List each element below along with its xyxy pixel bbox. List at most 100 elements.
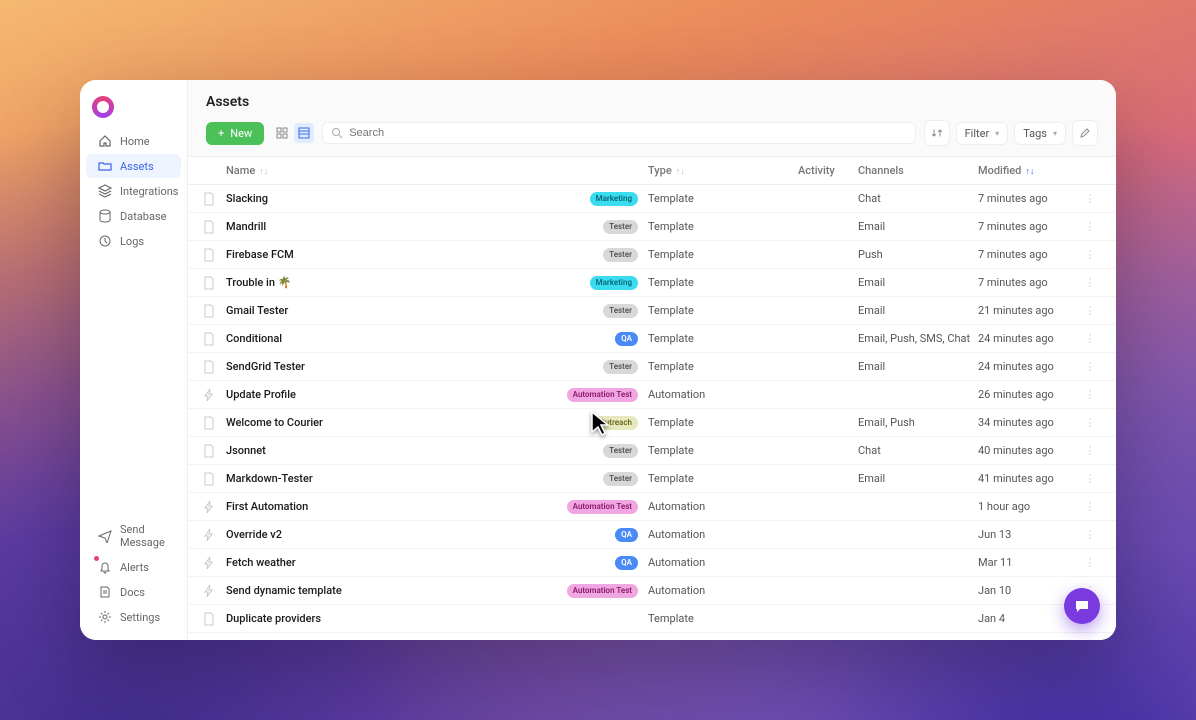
file-icon	[202, 332, 226, 346]
sidebar-item-logs[interactable]: Logs	[86, 229, 181, 253]
page-title: Assets	[206, 94, 1098, 110]
row-channels: Email	[858, 304, 978, 317]
logs-icon	[98, 234, 112, 248]
sidebar-item-docs[interactable]: Docs	[86, 580, 181, 604]
row-tag: Tester	[418, 247, 648, 262]
table-row[interactable]: ConditionalQATemplateEmail, Push, SMS, C…	[188, 325, 1116, 353]
sort-indicator-icon: ↑↓	[1025, 167, 1034, 177]
sidebar-item-settings[interactable]: Settings	[86, 605, 181, 629]
row-modified: 7 minutes ago	[978, 248, 1078, 261]
database-icon	[98, 209, 112, 223]
col-activity[interactable]: Activity	[798, 164, 858, 177]
filter-button[interactable]: Filter ▾	[956, 122, 1009, 145]
file-icon	[202, 248, 226, 262]
sort-button[interactable]	[924, 120, 950, 146]
chat-icon	[1074, 598, 1090, 614]
table-row[interactable]: SendGrid TesterTesterTemplateEmail24 min…	[188, 353, 1116, 381]
table-row[interactable]: Fetch weatherQAAutomationMar 11⋮	[188, 549, 1116, 577]
table-row[interactable]: MandrillTesterTemplateEmail7 minutes ago…	[188, 213, 1116, 241]
row-actions-button[interactable]: ⋮	[1078, 192, 1102, 205]
grid-view-button[interactable]	[272, 123, 292, 143]
table-row[interactable]: Markdown-TesterTesterTemplateEmail41 min…	[188, 465, 1116, 493]
view-toggle	[272, 123, 314, 143]
table-row[interactable]: JsonnetTesterTemplateChat40 minutes ago⋮	[188, 437, 1116, 465]
row-actions-button[interactable]: ⋮	[1078, 220, 1102, 233]
sidebar-item-label: Logs	[120, 235, 144, 248]
row-type: Automation	[648, 528, 718, 541]
row-actions-button[interactable]: ⋮	[1078, 304, 1102, 317]
table-row[interactable]: Override v2QAAutomationJun 13⋮	[188, 521, 1116, 549]
row-name: Fetch weather	[226, 556, 418, 569]
row-tag: Tester	[418, 303, 648, 318]
sort-icon	[931, 127, 943, 139]
new-button-label: New	[230, 127, 252, 140]
row-name: Jsonnet	[226, 444, 418, 457]
search-box[interactable]	[322, 122, 915, 144]
table-row[interactable]: Duplicate providersTemplateJan 4⋮	[188, 605, 1116, 633]
bolt-icon	[202, 584, 226, 598]
row-type: Template	[648, 304, 718, 317]
docs-icon	[98, 585, 112, 599]
col-type[interactable]: Type↑↓	[648, 164, 718, 177]
col-modified[interactable]: Modified↑↓	[978, 164, 1078, 177]
row-actions-button[interactable]: ⋮	[1078, 500, 1102, 513]
row-actions-button[interactable]: ⋮	[1078, 332, 1102, 345]
row-tag: Tester	[418, 219, 648, 234]
table-row[interactable]: Gmail TesterTesterTemplateEmail21 minute…	[188, 297, 1116, 325]
table-row[interactable]: Update ProfileAutomation TestAutomation2…	[188, 381, 1116, 409]
table-row[interactable]: Trouble in 🌴MarketingTemplateEmail7 minu…	[188, 269, 1116, 297]
sidebar-item-label: Docs	[120, 586, 145, 599]
sidebar-item-integrations[interactable]: Integrations	[86, 179, 181, 203]
table-row[interactable]: SlackingMarketingTemplateChat7 minutes a…	[188, 185, 1116, 213]
col-name[interactable]: Name↑↓	[226, 164, 418, 177]
row-modified: 1 hour ago	[978, 500, 1078, 513]
tags-button[interactable]: Tags ▾	[1014, 122, 1066, 145]
new-button[interactable]: + New	[206, 122, 264, 145]
row-modified: 26 minutes ago	[978, 388, 1078, 401]
table-row[interactable]: Welcome to CourierOutreachTemplateEmail,…	[188, 409, 1116, 437]
row-actions-button[interactable]: ⋮	[1078, 472, 1102, 485]
sidebar-item-assets[interactable]: Assets	[86, 154, 181, 178]
row-channels: Email	[858, 220, 978, 233]
row-actions-button[interactable]: ⋮	[1078, 528, 1102, 541]
grid-icon	[276, 127, 288, 139]
row-channels: Email, Push	[858, 416, 978, 429]
chat-fab[interactable]	[1064, 588, 1100, 624]
list-icon	[298, 127, 310, 139]
row-actions-button[interactable]: ⋮	[1078, 388, 1102, 401]
row-tag: Tester	[418, 471, 648, 486]
table-row[interactable]: Send dynamic templateAutomation TestAuto…	[188, 577, 1116, 605]
sidebar-item-send-message[interactable]: Send Message	[86, 518, 181, 554]
sidebar: HomeAssetsIntegrationsDatabase Logs Send …	[80, 80, 188, 640]
row-name: Welcome to Courier	[226, 416, 418, 429]
chevron-down-icon: ▾	[995, 129, 999, 138]
row-name: Firebase FCM	[226, 248, 418, 261]
file-icon	[202, 276, 226, 290]
sidebar-item-alerts[interactable]: Alerts	[86, 555, 181, 579]
row-actions-button[interactable]: ⋮	[1078, 556, 1102, 569]
row-name: First Automation	[226, 500, 418, 513]
row-actions-button[interactable]: ⋮	[1078, 444, 1102, 457]
toolbar: + New Filter ▾	[188, 120, 1116, 156]
bolt-icon	[202, 388, 226, 402]
table-header: Name↑↓ Type↑↓ Activity Channels Modified…	[188, 157, 1116, 185]
row-channels: Chat	[858, 192, 978, 205]
col-channels[interactable]: Channels	[858, 164, 978, 177]
row-channels: Email	[858, 276, 978, 289]
row-modified: 40 minutes ago	[978, 444, 1078, 457]
row-actions-button[interactable]: ⋮	[1078, 416, 1102, 429]
table-row[interactable]: Firebase FCMTesterTemplatePush7 minutes …	[188, 241, 1116, 269]
table-row[interactable]: First AutomationAutomation TestAutomatio…	[188, 493, 1116, 521]
row-name: Trouble in 🌴	[226, 276, 418, 289]
row-actions-button[interactable]: ⋮	[1078, 248, 1102, 261]
row-actions-button[interactable]: ⋮	[1078, 360, 1102, 373]
sidebar-item-home[interactable]: Home	[86, 129, 181, 153]
edit-columns-button[interactable]	[1072, 120, 1098, 146]
row-name: Override v2	[226, 528, 418, 541]
sidebar-item-database[interactable]: Database	[86, 204, 181, 228]
search-input[interactable]	[349, 127, 906, 139]
row-modified: 24 minutes ago	[978, 360, 1078, 373]
sidebar-item-label: Settings	[120, 611, 160, 624]
list-view-button[interactable]	[294, 123, 314, 143]
row-actions-button[interactable]: ⋮	[1078, 276, 1102, 289]
